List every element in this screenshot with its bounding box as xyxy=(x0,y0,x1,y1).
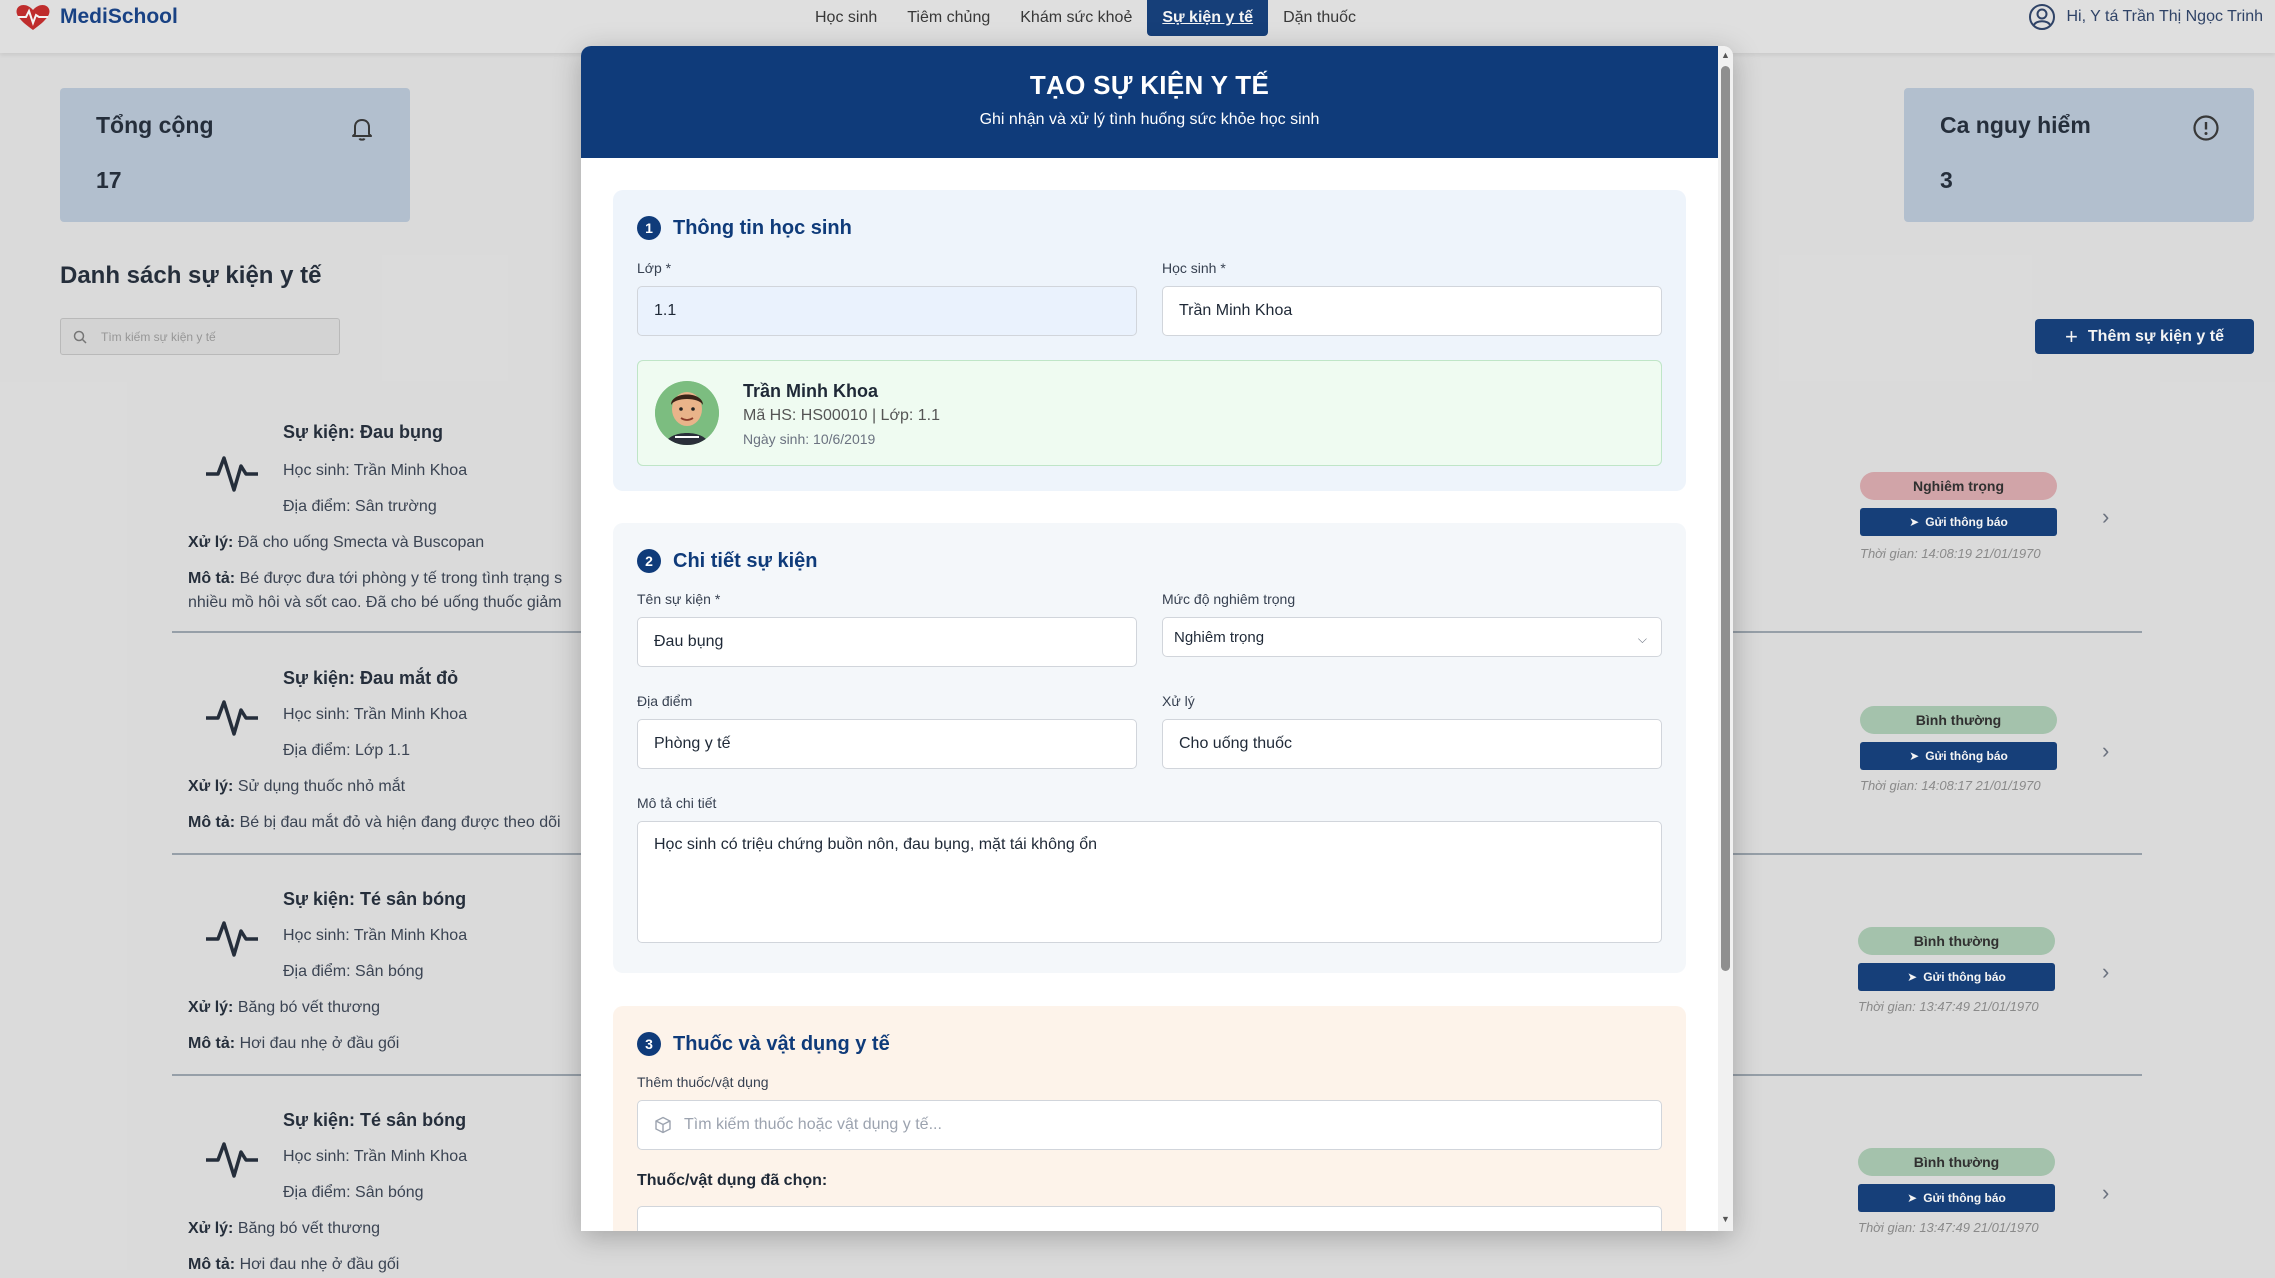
event-name-label: Tên sự kiện * xyxy=(637,591,721,607)
selected-student-card: Trần Minh Khoa Mã HS: HS00010 | Lớp: 1.1… xyxy=(637,360,1662,466)
section-title: Chi tiết sự kiện xyxy=(673,549,818,572)
selected-items-label: Thuốc/vật dụng đã chọn: xyxy=(637,1172,828,1189)
student-label: Học sinh * xyxy=(1162,260,1226,276)
student-avatar xyxy=(655,381,719,445)
section-number: 3 xyxy=(637,1032,661,1056)
section-title: Thông tin học sinh xyxy=(673,216,852,239)
add-medication-label: Thêm thuốc/vật dụng xyxy=(637,1074,769,1090)
handling-input[interactable]: Cho uống thuốc xyxy=(1162,719,1662,769)
modal-header: TẠO SỰ KIỆN Y TẾ Ghi nhận và xử lý tình … xyxy=(581,46,1718,158)
scrollbar-thumb[interactable] xyxy=(1721,66,1730,971)
student-select[interactable]: Trần Minh Khoa xyxy=(1162,286,1662,336)
location-input[interactable]: Phòng y tế xyxy=(637,719,1137,769)
severity-label: Mức độ nghiêm trọng xyxy=(1162,591,1296,607)
scroll-down-arrow-icon[interactable]: ▼ xyxy=(1721,1214,1730,1224)
severity-select[interactable]: Nghiêm trọng ⌵ xyxy=(1162,617,1662,657)
handling-label: Xử lý xyxy=(1162,693,1195,709)
severity-selected-value: Nghiêm trọng xyxy=(1174,628,1265,646)
package-icon xyxy=(655,1116,671,1134)
modal-title: TẠO SỰ KIỆN Y TẾ xyxy=(1029,70,1270,100)
event-name-input[interactable]: Đau bụng xyxy=(637,617,1137,667)
section-header: 2 Chi tiết sự kiện xyxy=(637,549,818,573)
student-info-section: 1 Thông tin học sinh Lớp * 1.1 Học sinh … xyxy=(613,190,1686,491)
student-card-meta: Mã HS: HS00010 | Lớp: 1.1 xyxy=(743,407,940,424)
class-label: Lớp * xyxy=(637,260,672,276)
modal-subtitle: Ghi nhận và xử lý tình huống sức khỏe họ… xyxy=(979,111,1320,128)
student-card-name: Trần Minh Khoa xyxy=(743,381,878,401)
event-details-section: 2 Chi tiết sự kiện Tên sự kiện * Đau bụn… xyxy=(613,523,1686,973)
section-number: 2 xyxy=(637,549,661,573)
modal-scrollbar[interactable]: ▲ ▼ xyxy=(1718,46,1733,1231)
chevron-down-icon: ⌵ xyxy=(1637,632,1647,646)
section-title: Thuốc và vật dụng y tế xyxy=(673,1032,890,1055)
class-select[interactable]: 1.1 xyxy=(637,286,1137,336)
medication-search-placeholder: Tìm kiếm thuốc hoặc vật dụng y tế... xyxy=(684,1116,942,1133)
description-textarea[interactable]: Học sinh có triệu chứng buồn nôn, đau bụ… xyxy=(637,821,1662,943)
scroll-up-arrow-icon[interactable]: ▲ xyxy=(1721,50,1730,60)
section-number: 1 xyxy=(637,216,661,240)
create-event-modal: TẠO SỰ KIỆN Y TẾ Ghi nhận và xử lý tình … xyxy=(581,46,1733,1231)
section-header: 3 Thuốc và vật dụng y tế xyxy=(637,1032,890,1056)
medication-search-input[interactable]: Tìm kiếm thuốc hoặc vật dụng y tế... xyxy=(637,1100,1662,1150)
student-card-dob: Ngày sinh: 10/6/2019 xyxy=(743,431,876,447)
location-label: Địa điểm xyxy=(637,693,693,709)
description-label: Mô tả chi tiết xyxy=(637,795,717,811)
section-header: 1 Thông tin học sinh xyxy=(637,216,852,240)
medication-section: 3 Thuốc và vật dụng y tế Thêm thuốc/vật … xyxy=(613,1006,1686,1231)
selected-item-row xyxy=(637,1206,1662,1231)
